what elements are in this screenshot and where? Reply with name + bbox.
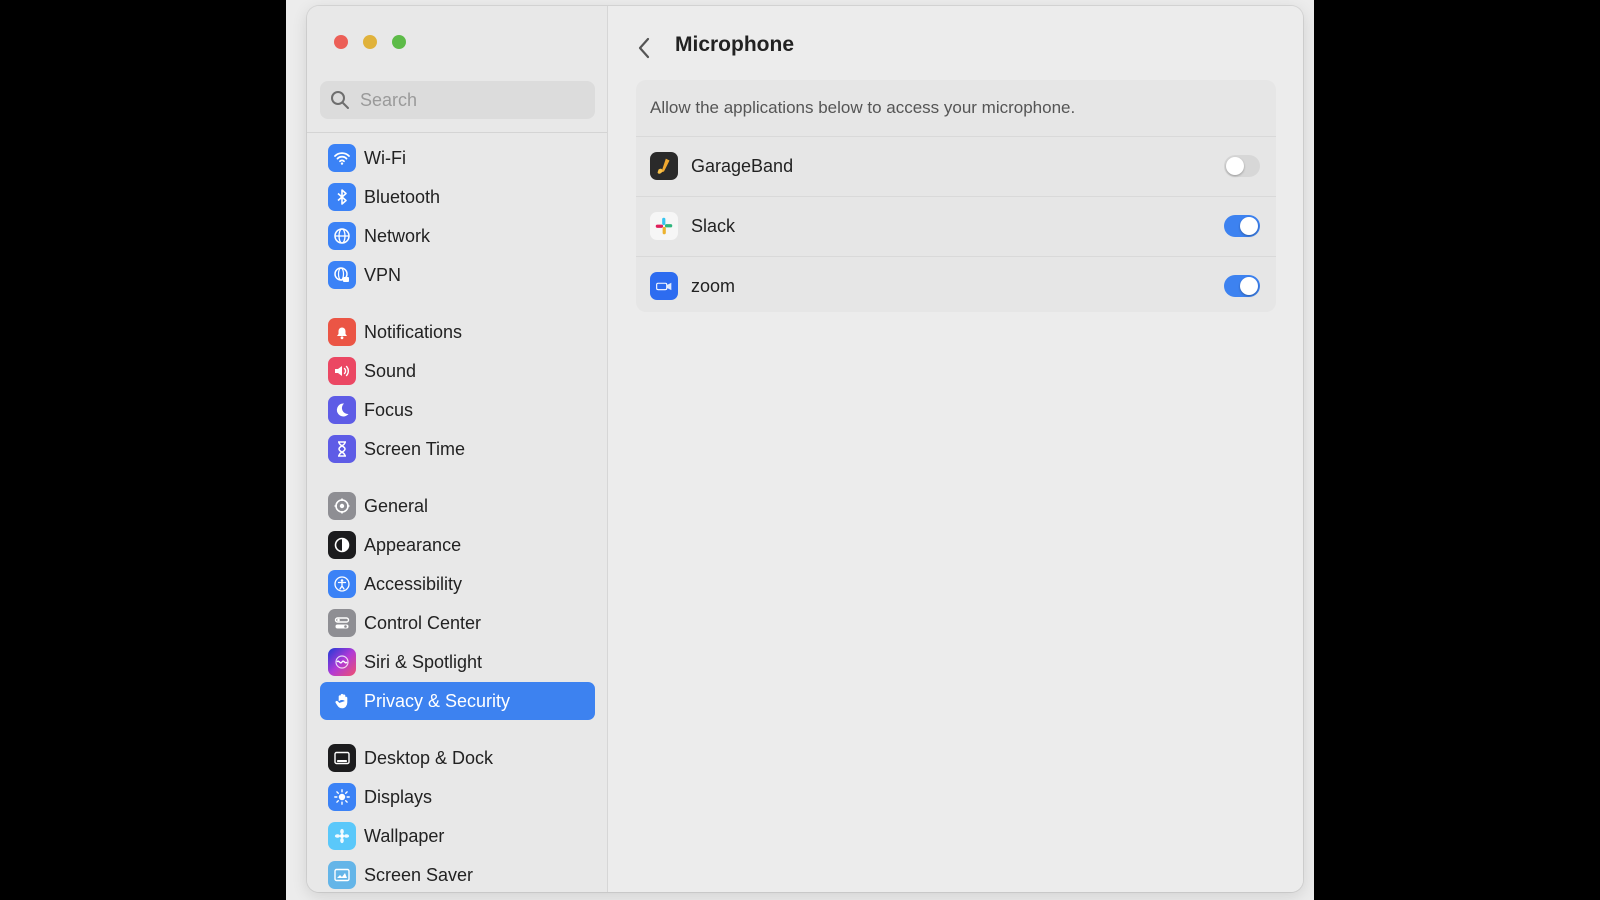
bell-icon [328,318,356,346]
hand-icon [328,687,356,715]
globe-icon [328,222,356,250]
garageband-microphone-toggle[interactable] [1224,155,1260,177]
card-description: Allow the applications below to access y… [650,98,1076,117]
sidebar-item-general[interactable]: General [320,487,595,525]
minimize-window-button[interactable] [363,35,377,49]
sidebar-item-label: Screen Saver [364,864,474,885]
sidebar-item-label: Desktop & Dock [364,747,494,768]
back-button[interactable] [634,34,654,62]
sidebar-item-label: Screen Time [364,438,466,459]
zoom-window-button[interactable] [392,35,406,49]
sidebar-item-vpn[interactable]: VPN [320,256,595,294]
sidebar-item-wallpaper[interactable]: Wallpaper [320,817,595,855]
slack-icon [650,212,678,240]
screensaver-icon [328,861,356,889]
sidebar-item-label: Sound [364,360,417,381]
sidebar-item-wifi[interactable]: Wi-Fi [320,139,595,177]
chevron-left-icon [638,37,650,59]
app-name: zoom [691,275,736,296]
search-box[interactable] [320,81,595,119]
sidebar-item-notifications[interactable]: Notifications [320,313,595,351]
toggle-knob [1226,157,1244,175]
app-row-zoom: zoom [636,257,1276,315]
sidebar-item-sound[interactable]: Sound [320,352,595,390]
speaker-icon [328,357,356,385]
sidebar-item-label: Privacy & Security [364,690,511,711]
appearance-icon [328,531,356,559]
app-name: GarageBand [691,155,794,176]
sidebar-item-label: General [364,495,429,516]
sidebar-item-displays[interactable]: Displays [320,778,595,816]
sidebar-item-focus[interactable]: Focus [320,391,595,429]
toggle-knob [1240,277,1258,295]
page-title: Microphone [675,33,794,56]
flower-icon [328,822,356,850]
sidebar-item-label: Appearance [364,534,462,555]
toggle-knob [1240,217,1258,235]
siri-icon [328,648,356,676]
sidebar-item-accessibility[interactable]: Accessibility [320,565,595,603]
control-center-icon [328,609,356,637]
sidebar-item-label: Control Center [364,612,482,633]
sun-icon [328,783,356,811]
sidebar-item-bluetooth[interactable]: Bluetooth [320,178,595,216]
sidebar-item-label: Displays [364,786,433,807]
sidebar-item-network[interactable]: Network [320,217,595,255]
sidebar-item-desktop-dock[interactable]: Desktop & Dock [320,739,595,777]
moon-icon [328,396,356,424]
app-row-garageband: GarageBand [636,137,1276,195]
sidebar-item-label: Notifications [364,321,463,342]
sidebar-item-control-center[interactable]: Control Center [320,604,595,642]
sidebar-item-privacy-security[interactable]: Privacy & Security [320,682,595,720]
hourglass-icon [328,435,356,463]
sidebar-item-label: Network [364,225,431,246]
sidebar-item-siri-spotlight[interactable]: Siri & Spotlight [320,643,595,681]
app-name: Slack [691,215,736,236]
search-icon [331,91,349,109]
search-divider [307,132,607,133]
zoom-icon [650,272,678,300]
gear-icon [328,492,356,520]
dock-icon [328,744,356,772]
accessibility-icon [328,570,356,598]
microphone-apps-card: Allow the applications below to access y… [636,80,1276,312]
sidebar: Wi-Fi Bluetooth Network VP [307,6,608,892]
sidebar-item-label: VPN [364,264,402,285]
sidebar-item-label: Accessibility [364,573,463,594]
sidebar-item-label: Wi-Fi [364,147,406,168]
sidebar-item-label: Wallpaper [364,825,445,846]
sidebar-item-screen-saver[interactable]: Screen Saver [320,856,595,892]
close-window-button[interactable] [334,35,348,49]
garageband-icon [650,152,678,180]
slack-microphone-toggle[interactable] [1224,215,1260,237]
wifi-icon [328,144,356,172]
traffic-lights [334,35,406,49]
zoom-microphone-toggle[interactable] [1224,275,1260,297]
vpn-globe-icon [328,261,356,289]
bluetooth-icon [328,183,356,211]
main-panel: Microphone Allow the applications below … [608,6,1303,892]
app-row-slack: Slack [636,197,1276,255]
settings-window: Wi-Fi Bluetooth Network VP [307,6,1303,892]
sidebar-item-label: Bluetooth [364,186,441,207]
sidebar-item-label: Siri & Spotlight [364,651,483,672]
sidebar-item-screen-time[interactable]: Screen Time [320,430,595,468]
search-input[interactable] [360,89,580,111]
sidebar-item-label: Focus [364,399,414,420]
sidebar-item-appearance[interactable]: Appearance [320,526,595,564]
